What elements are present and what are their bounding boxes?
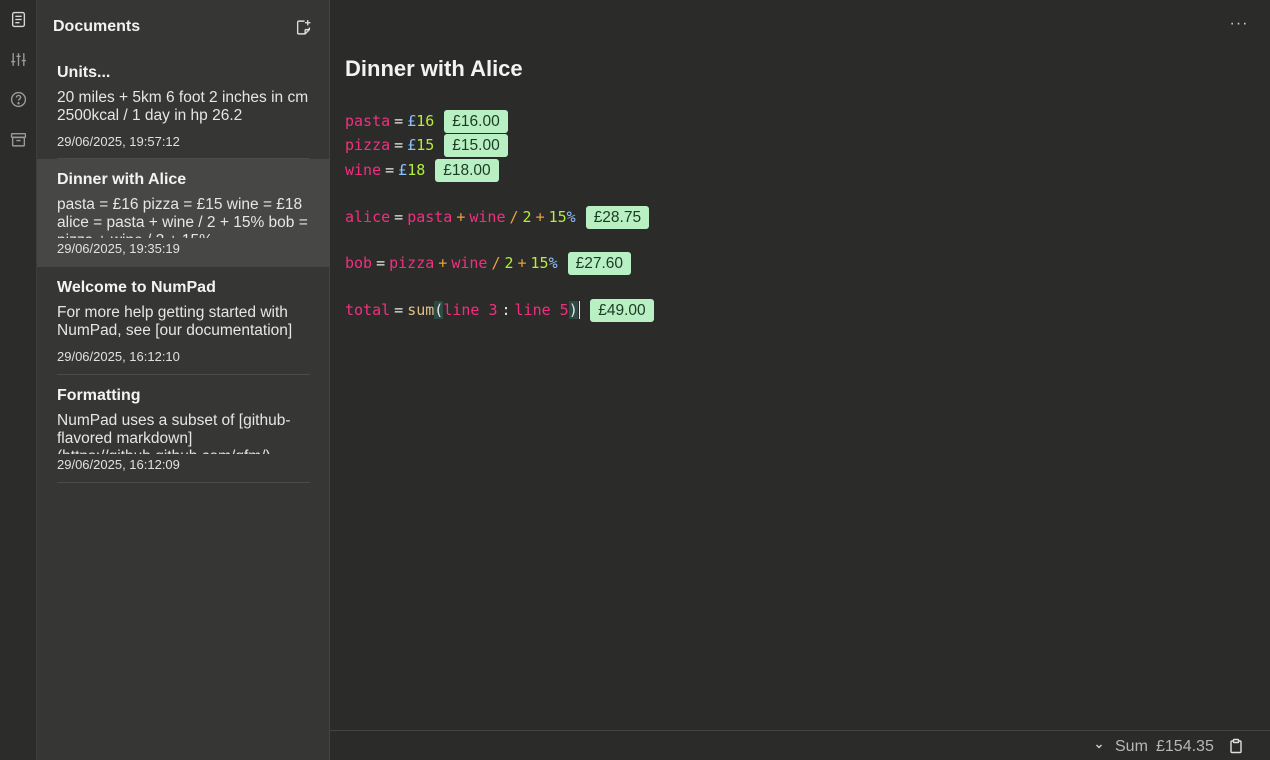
operator: = bbox=[394, 301, 404, 319]
document-date: 29/06/2025, 19:35:19 bbox=[57, 241, 180, 256]
variable-ref: pasta bbox=[407, 208, 453, 226]
document-date: 29/06/2025, 19:57:12 bbox=[57, 134, 180, 149]
document-title: Welcome to NumPad bbox=[57, 279, 216, 296]
number: 2 bbox=[504, 254, 514, 272]
variable-ref: pizza bbox=[389, 254, 435, 272]
more-options-icon[interactable]: ··· bbox=[1228, 14, 1250, 34]
document-preview: NumPad uses a subset of [github-flavored… bbox=[57, 412, 291, 454]
number: 2 bbox=[522, 208, 532, 226]
number: 15 bbox=[416, 136, 435, 154]
icon-rail bbox=[0, 0, 37, 760]
chevron-down-icon[interactable] bbox=[1094, 739, 1104, 753]
sliders-icon[interactable] bbox=[8, 49, 28, 69]
document-item[interactable]: Welcome to NumPad For more help getting … bbox=[37, 267, 330, 375]
status-sum-label[interactable]: Sum bbox=[1115, 738, 1148, 756]
operator: = bbox=[394, 208, 404, 226]
result-badge[interactable]: £18.00 bbox=[435, 158, 499, 182]
currency-symbol: £ bbox=[398, 161, 408, 179]
operator: + bbox=[456, 208, 466, 226]
editor-line-alice[interactable]: alice = pasta + wine/2 +15% £28.75 bbox=[345, 205, 650, 229]
operator: = bbox=[394, 112, 404, 130]
document-list-panel: Documents Units... 20 miles + 5km 6 foot… bbox=[37, 0, 330, 760]
status-sum-value: £154.35 bbox=[1156, 738, 1214, 755]
variable-ref: wine bbox=[469, 208, 506, 226]
document-heading: Dinner with Alice bbox=[345, 56, 523, 81]
clipboard-icon[interactable] bbox=[1228, 738, 1244, 754]
operator: + bbox=[535, 208, 545, 226]
result-badge[interactable]: £49.00 bbox=[590, 298, 654, 322]
function-name: sum bbox=[407, 301, 435, 319]
number: 18 bbox=[407, 161, 426, 179]
document-preview: pasta = £16 pizza = £15 wine = £18 alice… bbox=[57, 196, 308, 238]
document-title: Dinner with Alice bbox=[57, 171, 187, 188]
editor-line-bob[interactable]: bob = pizza + wine/2 +15% £27.60 bbox=[345, 251, 632, 275]
document-date: 29/06/2025, 16:12:09 bbox=[57, 457, 180, 472]
currency-symbol: £ bbox=[407, 136, 417, 154]
number: 15 bbox=[530, 254, 549, 272]
editor-line-wine[interactable]: wine = £18 £18.00 bbox=[345, 158, 499, 182]
document-preview: For more help getting started with NumPa… bbox=[57, 304, 293, 339]
document-item-selected[interactable]: Dinner with Alice pasta = £16 pizza = £1… bbox=[37, 159, 330, 267]
help-icon[interactable] bbox=[8, 89, 28, 109]
variable-ref: wine bbox=[451, 254, 488, 272]
document-item[interactable]: Units... 20 miles + 5km 6 foot 2 inches … bbox=[37, 52, 330, 159]
variable: pasta bbox=[345, 112, 391, 130]
percent-sign: % bbox=[566, 208, 576, 226]
operator: + bbox=[517, 254, 527, 272]
document-title: Formatting bbox=[57, 387, 141, 404]
result-badge[interactable]: £16.00 bbox=[444, 109, 508, 133]
document-preview: 20 miles + 5km 6 foot 2 inches in cm 250… bbox=[57, 89, 309, 124]
editor-pane[interactable]: ··· Dinner with Alice pasta = £16 £16.00 p… bbox=[330, 0, 1270, 730]
range-operator: : bbox=[501, 301, 511, 319]
editor-line-total[interactable]: total = sum(line 3: line 5) £49.00 bbox=[345, 298, 654, 322]
operator: + bbox=[438, 254, 448, 272]
variable: total bbox=[345, 301, 391, 319]
status-bar: Sum £154.35 bbox=[330, 730, 1270, 760]
variable: alice bbox=[345, 208, 391, 226]
operator: / bbox=[509, 208, 519, 226]
editor-line-pasta[interactable]: pasta = £16 £16.00 bbox=[345, 109, 508, 133]
percent-sign: % bbox=[548, 254, 558, 272]
operator: / bbox=[491, 254, 501, 272]
new-document-icon[interactable] bbox=[293, 17, 313, 37]
line-reference: line 3 bbox=[443, 301, 498, 319]
line-reference: line 5 bbox=[514, 301, 569, 319]
number: 15 bbox=[548, 208, 567, 226]
document-list-title: Documents bbox=[53, 18, 141, 35]
paren: ( bbox=[434, 301, 444, 319]
document-list-header: Documents bbox=[37, 0, 330, 56]
documents-icon[interactable] bbox=[8, 9, 28, 29]
currency-symbol: £ bbox=[407, 112, 417, 130]
operator: = bbox=[376, 254, 386, 272]
operator: = bbox=[394, 136, 404, 154]
result-badge[interactable]: £15.00 bbox=[444, 133, 508, 157]
operator: = bbox=[385, 161, 395, 179]
variable: bob bbox=[345, 254, 373, 272]
document-date: 29/06/2025, 16:12:10 bbox=[57, 349, 180, 364]
number: 16 bbox=[416, 112, 435, 130]
variable: wine bbox=[345, 161, 382, 179]
variable: pizza bbox=[345, 136, 391, 154]
text-caret bbox=[578, 301, 581, 319]
result-badge[interactable]: £28.75 bbox=[585, 205, 650, 229]
result-badge[interactable]: £27.60 bbox=[567, 251, 632, 275]
editor-line-pizza[interactable]: pizza = £15 £15.00 bbox=[345, 133, 508, 157]
archive-icon[interactable] bbox=[8, 129, 28, 149]
document-title: Units... bbox=[57, 64, 111, 81]
document-item[interactable]: Formatting NumPad uses a subset of [gith… bbox=[37, 375, 330, 483]
paren: ) bbox=[568, 301, 578, 319]
